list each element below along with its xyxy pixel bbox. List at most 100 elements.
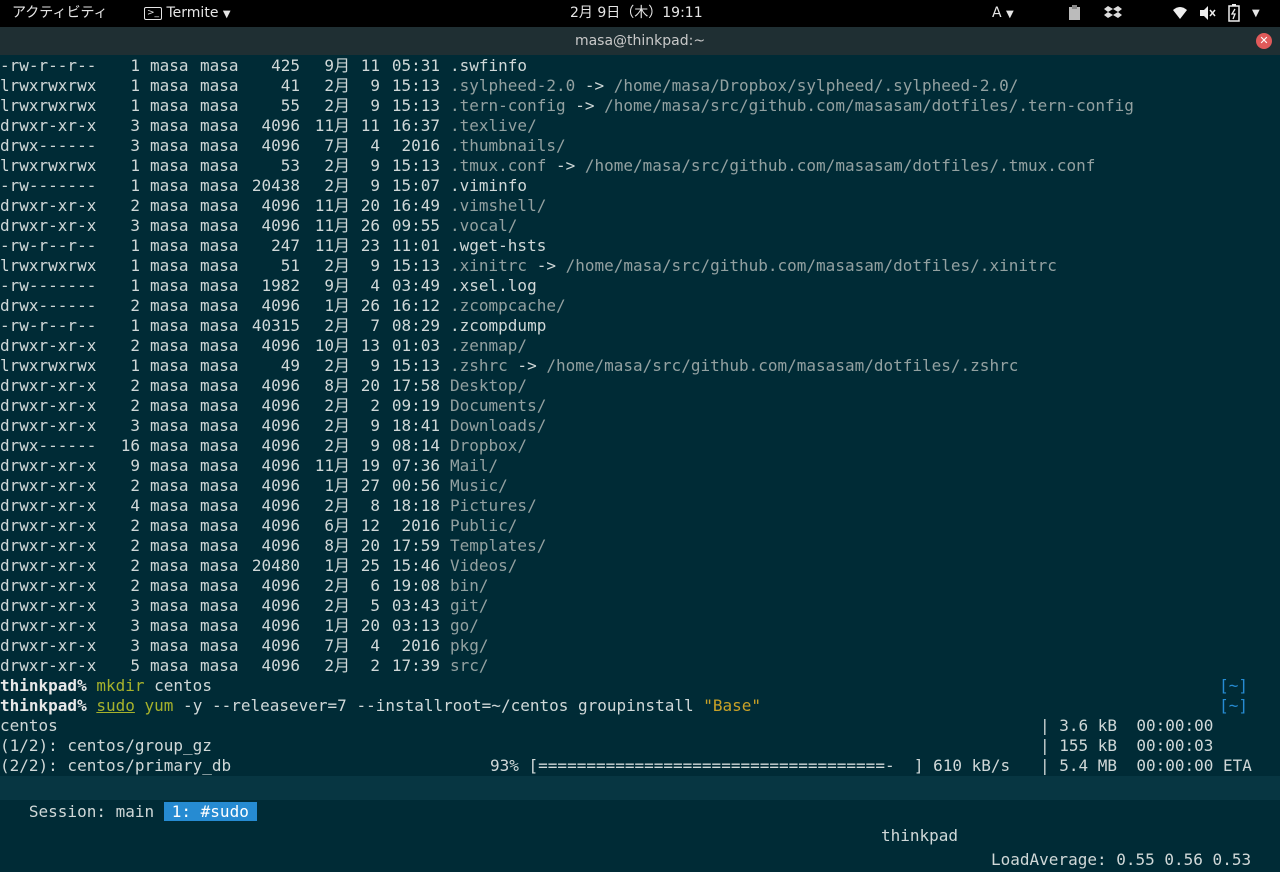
listing-month: 2月 [324,656,350,675]
download-line: (1/2): centos/group_gz | 155 kB 00:00:03 [0,736,1280,756]
listing-day: 20 [360,376,380,395]
listing-day: 7 [370,316,380,335]
chevron-down-icon: ▼ [1006,9,1014,20]
listing-group: masa [200,416,239,435]
listing-time: 03:49 [391,276,440,295]
battery-icon[interactable] [1228,0,1240,27]
clipboard-icon[interactable] [1067,0,1083,27]
listing-perm: -rw------- [0,176,97,195]
listing-time: 15:13 [391,96,440,115]
listing-month: 2月 [324,96,350,115]
listing-links: 1 [130,256,140,275]
dropbox-icon[interactable] [1104,0,1122,27]
app-menu[interactable]: >_ Termite ▼ [144,0,231,27]
listing-size: 4096 [261,396,300,415]
listing-month: 2月 [324,576,350,595]
listing-owner: masa [150,176,189,195]
listing-row: drwx------ 2 masa masa 4096 1月 26 16:12 .zcompca… [0,296,1280,316]
wifi-icon[interactable] [1172,0,1188,27]
listing-group: masa [200,556,239,575]
link-target: /home/masa/src/github.com/masasam/dotfil… [546,356,1019,375]
listing-links: 2 [130,376,140,395]
listing-time: 09:55 [391,216,440,235]
listing-day: 20 [360,536,380,555]
file-name: .sylpheed-2.0 [450,76,576,95]
listing-links: 1 [130,76,140,95]
listing-time: 17:39 [391,656,440,675]
listing-perm: drwxr-xr-x [0,456,97,475]
listing-owner: masa [150,116,189,135]
listing-name: Templates/ [450,536,546,556]
listing-group: masa [200,456,239,475]
listing-owner: masa [150,496,189,515]
listing-group: masa [200,596,239,615]
listing-time: 03:13 [391,616,440,635]
download-stats: | 155 kB 00:00:03 [1040,736,1214,755]
listing-month: 1月 [324,556,350,575]
file-name: Music/ [450,476,508,495]
listing-links: 2 [130,296,140,315]
window-title-bar[interactable]: masa@thinkpad:~ ✕ [0,27,1280,55]
listing-time: 08:14 [391,436,440,455]
listing-owner: masa [150,96,189,115]
terminal-output[interactable]: -rw-r--r-- 1 masa masa 425 9月 11 05:31 .swfinfo l… [0,56,1280,776]
listing-perm: lrwxrwxrwx [0,96,97,115]
file-name: Pictures/ [450,496,537,515]
listing-size: 4096 [261,496,300,515]
listing-name: .swfinfo [450,56,527,76]
download-name: centos [0,716,58,735]
listing-day: 9 [370,356,380,375]
listing-day: 27 [360,476,380,495]
input-method-menu[interactable]: A ▼ [992,0,1014,27]
listing-links: 3 [130,216,140,235]
listing-perm: drwxr-xr-x [0,196,97,215]
listing-name: .zcompdump [450,316,546,336]
listing-name: Public/ [450,516,517,536]
listing-links: 5 [130,656,140,675]
listing-owner: masa [150,236,189,255]
listing-day: 20 [360,196,380,215]
listing-row: -rw-r--r-- 1 masa masa 425 9月 11 05:31 .swfinfo [0,56,1280,76]
file-name: Videos/ [450,556,518,575]
listing-group: masa [200,356,239,375]
listing-size: 4096 [261,656,300,675]
listing-month: 2月 [324,416,350,435]
volume-muted-icon[interactable] [1199,0,1217,27]
file-name: Dropbox/ [450,436,528,455]
listing-month: 8月 [324,376,350,395]
chevron-down-icon[interactable]: ▼ [1252,0,1260,27]
active-window-tab[interactable]: 1: #sudo [163,802,257,821]
listing-size: 4096 [261,476,300,495]
listing-name: .tern-config -> /home/masa/src/github.co… [450,96,1134,116]
listing-day: 13 [360,336,380,355]
listing-perm: lrwxrwxrwx [0,256,97,275]
listing-perm: drwxr-xr-x [0,636,97,655]
listing-month: 1月 [324,476,350,495]
listing-month: 9月 [324,276,350,295]
listing-name: .vimshell/ [450,196,546,216]
listing-owner: masa [150,416,189,435]
listing-time: 16:49 [391,196,440,215]
listing-row: drwxr-xr-x 3 masa masa 4096 1月 20 03:13 go/ [0,616,1280,636]
listing-month: 11月 [314,456,350,475]
clock[interactable]: 2月 9日（木）19:11 [570,0,703,27]
activities-button[interactable]: アクティビティ [12,0,108,27]
listing-size: 4096 [261,616,300,635]
listing-name: Dropbox/ [450,436,527,456]
command-line: thinkpad% sudo yum -y --releasever=7 --i… [0,696,1280,716]
close-button[interactable]: ✕ [1256,33,1272,49]
file-name: Public/ [450,516,518,535]
download-name: (2/2): centos/primary_db [0,756,232,775]
listing-owner: masa [150,276,189,295]
status-hostname: thinkpad [881,826,959,845]
listing-month: 2月 [324,356,350,375]
file-name: .viminfo [450,176,528,195]
listing-day: 9 [370,436,380,455]
listing-row: -rw------- 1 masa masa 1982 9月 4 03:49 .xsel.log [0,276,1280,296]
listing-owner: masa [150,396,189,415]
listing-month: 2月 [324,596,350,615]
listing-links: 3 [130,416,140,435]
terminal-icon: >_ [144,7,163,20]
download-line: (2/2): centos/primary_db 93% [===========… [0,756,1280,776]
listing-size: 1982 [261,276,300,295]
